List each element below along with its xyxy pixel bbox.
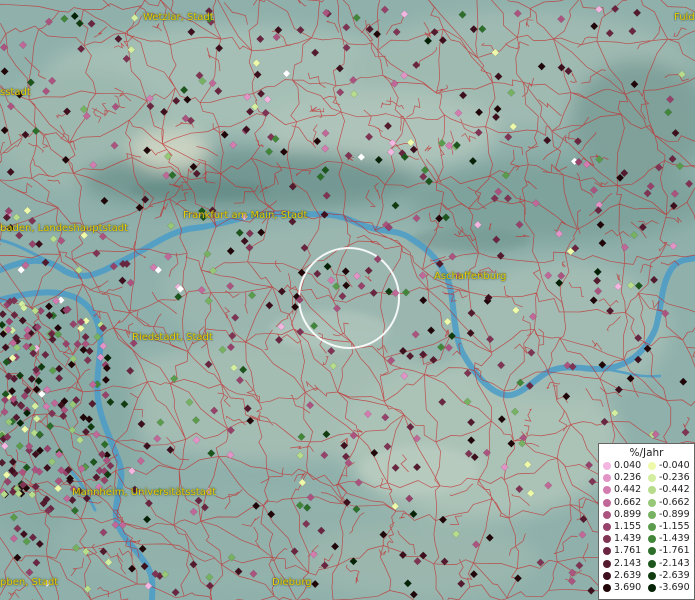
legend-swatch bbox=[603, 498, 611, 507]
legend-label: -1.155 bbox=[659, 521, 690, 532]
legend-swatch bbox=[603, 559, 611, 568]
city-label-mannheim: Mannheim, Universitätsstadt bbox=[72, 487, 217, 498]
legend-swatch bbox=[648, 571, 656, 580]
legend-swatch bbox=[603, 486, 611, 495]
legend-label: 2.143 bbox=[614, 557, 642, 569]
city-label-bottom-left: pben, Stadt bbox=[0, 577, 59, 588]
legend-label: -0.442 bbox=[659, 484, 690, 496]
legend-swatch bbox=[648, 547, 656, 556]
city-label-fulda: Fuld bbox=[674, 12, 695, 23]
legend-swatch bbox=[648, 510, 656, 519]
city-label-aschaffenburg: Aschaffenburg bbox=[434, 271, 507, 282]
legend-label: 0.442 bbox=[614, 484, 642, 496]
legend-swatch bbox=[648, 523, 656, 531]
legend-swatch bbox=[603, 547, 611, 556]
legend-swatch bbox=[648, 498, 656, 507]
city-label-dieburg: Dieburg bbox=[272, 577, 312, 588]
legend-label: 1.761 bbox=[614, 545, 642, 557]
legend-label: -1.439 bbox=[659, 533, 690, 545]
legend-label: -0.040 bbox=[659, 460, 690, 471]
map-legend: %/Jahr 0.040 0.236 0.442 0.662 0.899 1.155 1.4… bbox=[598, 443, 695, 600]
city-label-friedberg: sstadt bbox=[0, 87, 31, 98]
map-canvas[interactable] bbox=[0, 0, 695, 600]
legend-label: -0.899 bbox=[659, 508, 690, 520]
city-label-wetzlar: Wetzlar, Stadt bbox=[143, 12, 214, 23]
legend-label: 1.439 bbox=[614, 533, 642, 545]
legend-swatch bbox=[603, 510, 611, 519]
legend-label: -3.690 bbox=[659, 582, 690, 593]
legend-swatch bbox=[648, 559, 656, 568]
city-label-frankfurt: Frankfurt am Main, Stadt bbox=[183, 210, 308, 221]
legend-label: -0.662 bbox=[659, 496, 690, 508]
legend-label: 0.899 bbox=[614, 508, 642, 520]
legend-swatch bbox=[648, 535, 656, 544]
legend-label: -2.639 bbox=[659, 569, 690, 581]
city-label-wiesbaden: baden, Landeshauptstadt bbox=[0, 223, 129, 234]
legend-swatch bbox=[648, 462, 656, 470]
legend-swatch bbox=[603, 462, 611, 470]
legend-swatch bbox=[648, 584, 656, 592]
legend-label: 0.236 bbox=[614, 472, 642, 484]
legend-label: -2.143 bbox=[659, 557, 690, 569]
legend-title: %/Jahr bbox=[629, 447, 664, 459]
legend-label: -1.761 bbox=[659, 545, 690, 557]
legend-swatch bbox=[648, 474, 656, 483]
legend-swatch bbox=[603, 474, 611, 483]
legend-swatch bbox=[603, 584, 611, 592]
legend-label: 1.155 bbox=[614, 521, 642, 532]
legend-label: 2.639 bbox=[614, 569, 642, 581]
legend-label: 3.690 bbox=[614, 582, 642, 593]
legend-swatch bbox=[603, 523, 611, 531]
legend-swatch bbox=[648, 486, 656, 495]
legend-label: 0.040 bbox=[614, 460, 642, 471]
legend-label: 0.662 bbox=[614, 496, 642, 508]
city-label-riedstadt: Riedstadt, Stadt bbox=[132, 332, 213, 343]
legend-swatch bbox=[603, 571, 611, 580]
legend-label: -0.236 bbox=[659, 472, 690, 484]
legend-swatch bbox=[603, 535, 611, 544]
